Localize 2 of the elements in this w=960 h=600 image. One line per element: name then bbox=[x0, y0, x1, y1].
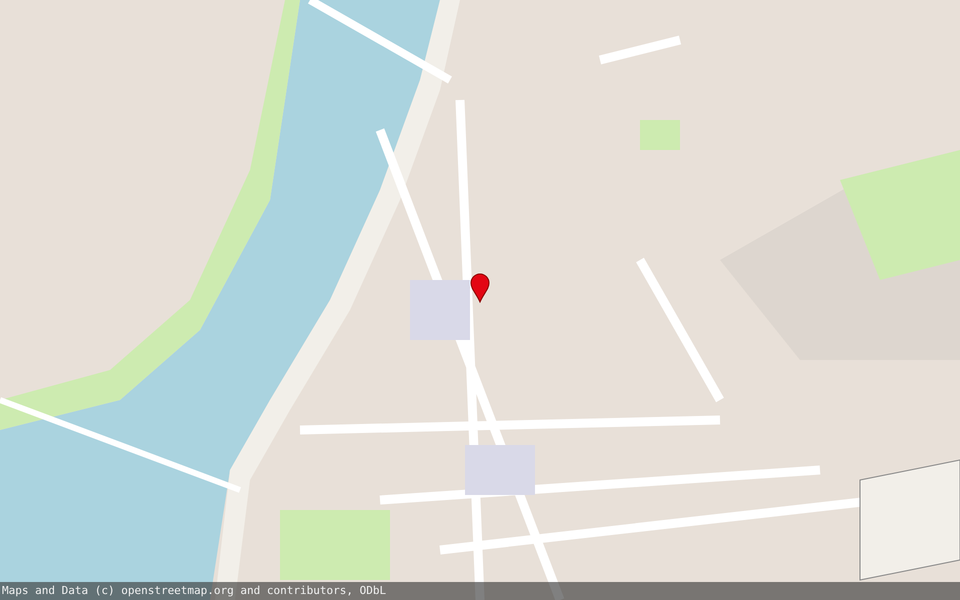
map-marker-icon[interactable] bbox=[470, 273, 490, 303]
map-attribution: Maps and Data (c) openstreetmap.org and contributors, ODbL bbox=[0, 582, 960, 600]
